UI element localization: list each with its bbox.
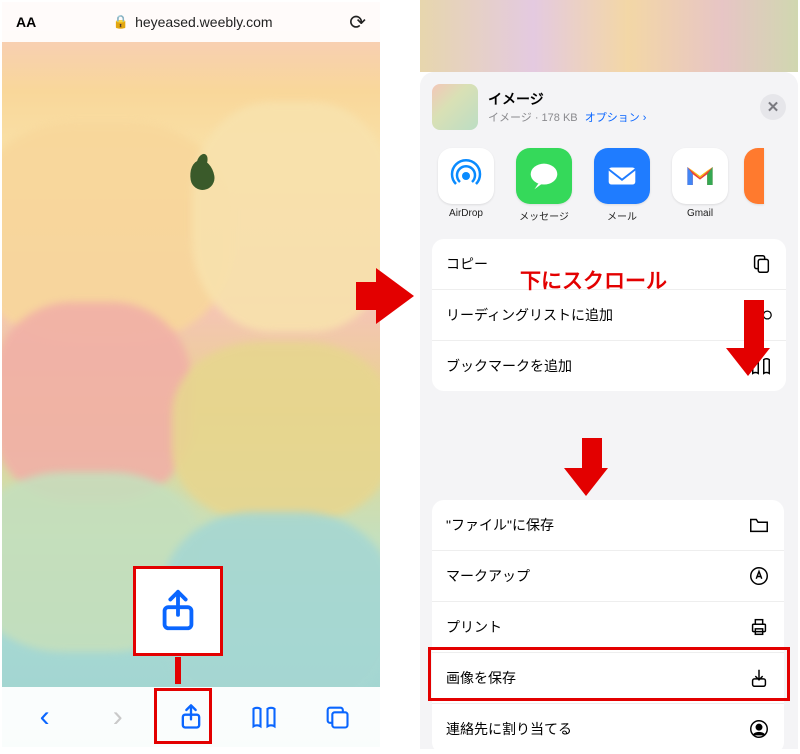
share-target-message[interactable]: メッセージ [510,148,578,223]
copy-icon [750,253,772,275]
sheet-header: イメージ イメージ · 178 KB オプション › ✕ [420,72,798,142]
close-icon: ✕ [767,98,780,116]
bookmarks-button[interactable] [237,693,291,741]
sheet-subtitle: イメージ · 178 KB オプション › [488,109,760,125]
text-size-icon[interactable]: AA [16,14,36,30]
action-reading-list[interactable]: リーディングリストに追加 [432,289,786,340]
contact-icon [748,718,770,740]
download-icon [748,667,770,689]
printer-icon [748,616,770,638]
share-target-gmail[interactable]: Gmail [666,148,734,223]
share-highlight [133,566,223,656]
action-list-bottom: "ファイル"に保存 マークアップ プリント 画像を保存 連絡先に割り当てる [432,500,784,754]
background-strip [420,0,798,72]
markup-icon [748,565,770,587]
share-targets-row[interactable]: AirDrop メッセージ メール Gmail [420,142,798,233]
sheet-title: イメージ [488,89,760,109]
airdrop-icon [438,148,494,204]
annotation-connector [175,657,181,684]
mail-icon [594,148,650,204]
options-link[interactable]: オプション › [585,112,647,124]
action-assign-contact[interactable]: 連絡先に割り当てる [432,703,784,754]
bottom-toolbar: ‹ › [2,687,380,747]
tabs-icon [323,703,351,731]
share-button[interactable] [164,693,218,741]
share-target-more[interactable] [744,148,764,223]
arrow-right-annotation [376,268,414,324]
back-button[interactable]: ‹ [18,693,72,741]
book-icon [250,703,278,731]
action-save-files[interactable]: "ファイル"に保存 [432,500,784,550]
action-markup[interactable]: マークアップ [432,550,784,601]
gmail-icon [672,148,728,204]
tabs-button[interactable] [310,693,364,741]
message-icon [516,148,572,204]
safari-screenshot: AA 🔒 heyeased.weebly.com ⟳ ‹ › [2,2,380,747]
lock-icon: 🔒 [113,14,129,30]
share-target-mail[interactable]: メール [588,148,656,223]
action-save-image[interactable]: 画像を保存 [432,652,784,703]
arrow-down-annotation-2 [576,438,608,496]
forward-button: › [91,693,145,741]
share-target-airdrop[interactable]: AirDrop [432,148,500,223]
share-icon-large [155,588,201,634]
scroll-hint-text: 下にスクロール [520,265,667,295]
refresh-icon[interactable]: ⟳ [349,10,366,35]
arrow-down-annotation-1 [738,300,770,376]
url-text[interactable]: heyeased.weebly.com [135,14,272,30]
share-icon [177,703,205,731]
preview-thumbnail [432,84,478,130]
address-bar: AA 🔒 heyeased.weebly.com ⟳ [2,2,380,42]
action-print[interactable]: プリント [432,601,784,652]
close-button[interactable]: ✕ [760,94,786,120]
folder-icon [748,514,770,536]
